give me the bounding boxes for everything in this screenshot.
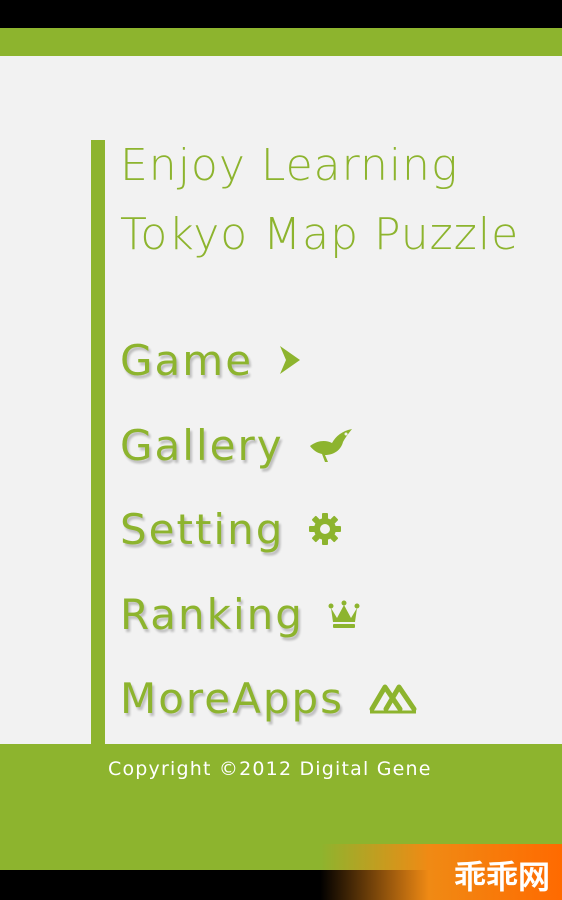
menu-item-moreapps-label: MoreApps <box>120 673 345 723</box>
play-arrow-icon <box>277 344 303 376</box>
menu-item-gallery[interactable]: Gallery <box>120 417 354 473</box>
crown-icon <box>328 598 360 630</box>
menu-item-setting[interactable]: Setting <box>120 501 342 557</box>
watermark-text: 乖乖网 <box>453 858 550 896</box>
menu-item-setting-label: Setting <box>120 504 285 554</box>
top-accent-band <box>0 28 562 56</box>
more-apps-logo-icon <box>368 681 418 715</box>
app-title-line1: Enjoy Learning <box>120 140 459 191</box>
gear-icon <box>308 512 342 546</box>
bird-icon <box>308 426 354 464</box>
vertical-accent-bar <box>91 140 105 746</box>
menu-item-moreapps[interactable]: MoreApps <box>120 670 418 726</box>
status-bar <box>0 0 562 28</box>
menu-item-gallery-label: Gallery <box>120 420 284 470</box>
copyright-text: Copyright ©2012 Digital Gene <box>108 758 432 780</box>
menu-item-ranking-label: Ranking <box>120 589 304 639</box>
app-title-line2: Tokyo Map Puzzle <box>120 209 520 260</box>
menu-item-game[interactable]: Game <box>120 332 303 388</box>
menu-item-game-label: Game <box>120 335 254 385</box>
menu-item-ranking[interactable]: Ranking <box>120 586 360 642</box>
watermark-badge: 乖乖网 <box>320 844 562 900</box>
